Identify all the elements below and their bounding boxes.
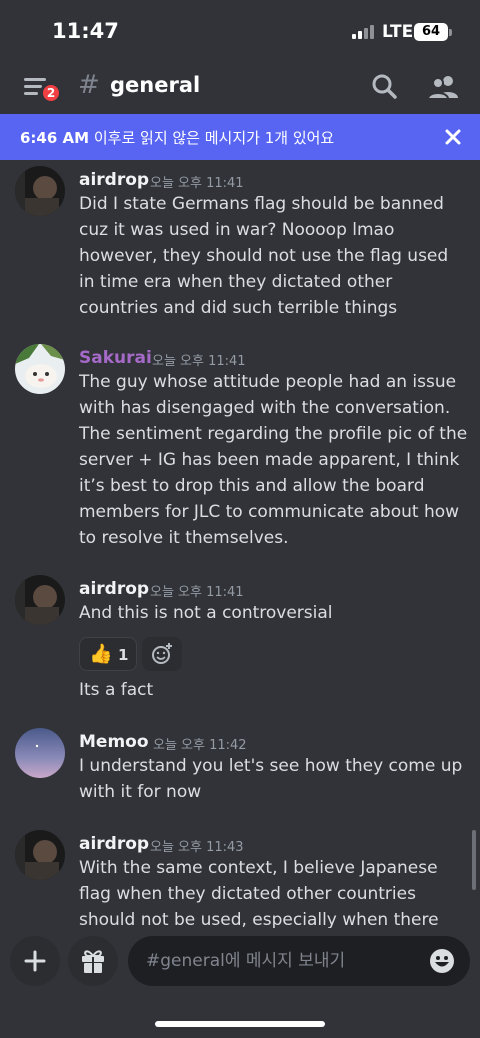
- emoji-icon: [430, 949, 454, 973]
- new-messages-time: 6:46 AM: [20, 129, 90, 147]
- reaction-count: 1: [118, 646, 129, 664]
- close-icon: [445, 129, 461, 145]
- cellular-signal-icon: [352, 25, 378, 39]
- username[interactable]: airdrop: [79, 579, 149, 599]
- status-bar: 11:47 LTE 64: [0, 0, 480, 62]
- timestamp: 오늘 오후 11:43: [150, 840, 244, 855]
- gift-icon: [82, 950, 104, 973]
- thumbs-up-icon: 👍: [89, 643, 113, 665]
- status-time: 11:47: [52, 19, 119, 43]
- message-list[interactable]: airdrop 오늘 오후 11:41 Did I state Germans …: [0, 160, 480, 928]
- avatar[interactable]: [15, 166, 65, 216]
- username[interactable]: Sakurai: [79, 348, 152, 368]
- message-input[interactable]: [146, 936, 426, 986]
- timestamp: 오늘 오후 11:41: [150, 585, 244, 600]
- avatar[interactable]: [15, 728, 65, 778]
- message-text: The guy whose attitude people had an iss…: [79, 372, 468, 548]
- message-text: Did I state Germans flag should be banne…: [79, 194, 449, 318]
- scrollbar[interactable]: [472, 830, 476, 890]
- new-messages-banner[interactable]: 6:46 AM 이후로 읽지 않은 메시지가 1개 있어요: [0, 114, 480, 160]
- timestamp: 오늘 오후 11:42: [153, 738, 247, 753]
- plus-icon: [24, 950, 46, 972]
- username[interactable]: airdrop: [79, 834, 149, 854]
- timestamp: 오늘 오후 11:41: [150, 176, 244, 191]
- avatar[interactable]: [15, 575, 65, 625]
- battery-icon: 64: [414, 23, 448, 41]
- emoji-button[interactable]: [428, 947, 456, 975]
- message-text: And this is not a controversial: [79, 603, 333, 623]
- attach-button[interactable]: [10, 936, 60, 986]
- new-messages-text: 6:46 AM 이후로 읽지 않은 메시지가 1개 있어요: [20, 127, 334, 148]
- reaction-thumbs-up[interactable]: 👍 1: [79, 637, 137, 671]
- add-reaction-icon: [152, 643, 172, 664]
- battery-nub: [449, 29, 452, 36]
- hamburger-icon-line: [24, 92, 38, 95]
- add-reaction-button[interactable]: [142, 637, 182, 671]
- banner-close-button[interactable]: [440, 124, 466, 150]
- network-type: LTE: [382, 22, 414, 42]
- message-text: I understand you let's see how they come…: [79, 756, 463, 802]
- timestamp: 오늘 오후 11:41: [152, 354, 246, 369]
- channel-hash-icon: #: [78, 70, 100, 100]
- message-input-container: [128, 936, 470, 986]
- message-text: With the same context, I believe Japanes…: [79, 858, 439, 928]
- message-text-followup: Its a fact: [79, 680, 154, 700]
- home-indicator: [155, 1021, 325, 1027]
- channel-header: 2 # general: [0, 62, 480, 114]
- username[interactable]: airdrop: [79, 170, 149, 190]
- username[interactable]: Memoo: [79, 732, 149, 752]
- avatar[interactable]: [15, 344, 65, 394]
- gift-button[interactable]: [68, 936, 118, 986]
- members-icon: [426, 76, 458, 100]
- member-list-button[interactable]: [426, 72, 460, 102]
- hamburger-icon: [24, 78, 46, 81]
- new-messages-label: 이후로 읽지 않은 메시지가 1개 있어요: [89, 129, 335, 147]
- hamburger-icon-line: [24, 85, 42, 88]
- unread-badge: 2: [40, 82, 62, 104]
- search-icon: [372, 74, 397, 99]
- message-composer: [0, 928, 480, 1038]
- channel-name[interactable]: general: [110, 73, 200, 97]
- avatar[interactable]: [15, 830, 65, 880]
- search-button[interactable]: [370, 72, 400, 102]
